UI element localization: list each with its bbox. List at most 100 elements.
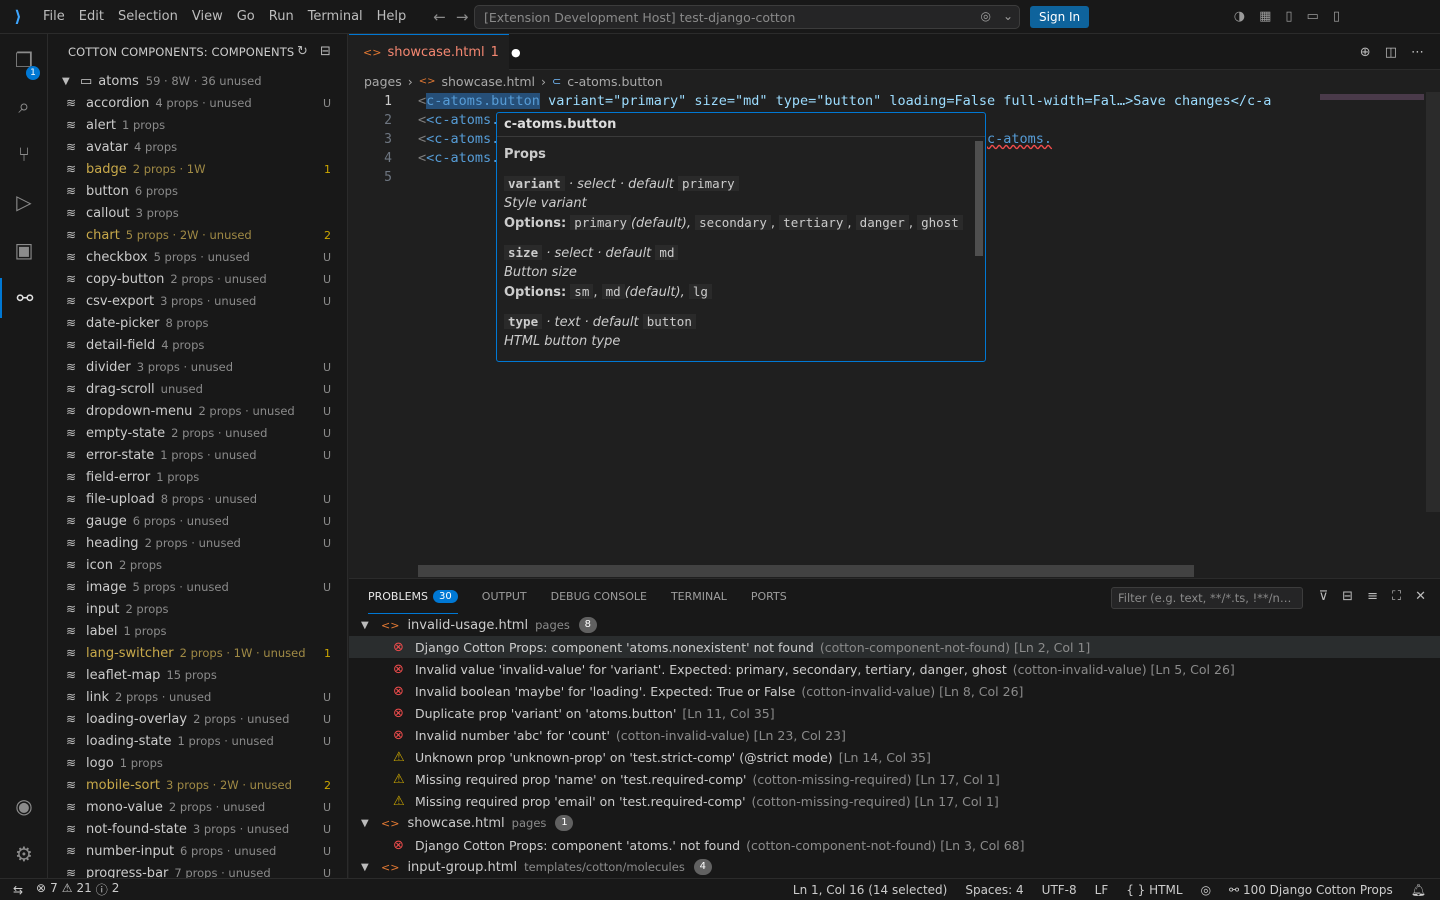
problem-item[interactable]: ⊗ Duplicate prop 'variant' on 'atoms.butt… <box>349 702 1440 724</box>
component-item[interactable]: ≋ copy-button 2 props · unused U <box>48 268 347 290</box>
tab-debug-console[interactable]: DEBUG CONSOLE <box>551 579 647 614</box>
more-actions-icon[interactable]: ⋯ <box>1411 45 1424 60</box>
component-item[interactable]: ≋ mono-value 2 props · unused U <box>48 796 347 818</box>
extension-status[interactable]: ⚯ 100 Django Cotton Props <box>1229 883 1393 897</box>
breadcrumb-symbol[interactable]: c-atoms.button <box>567 74 662 89</box>
component-item[interactable]: ≋ alert 1 props <box>48 114 347 136</box>
copilot-status-icon[interactable]: ◎ <box>1201 883 1211 897</box>
problems-filter-input[interactable]: Filter (e.g. text, **/*.ts, !**/n… <box>1111 587 1303 609</box>
cotton-components-icon[interactable]: ⚯ <box>0 278 48 318</box>
component-item[interactable]: ≋ heading 2 props · unused U <box>48 532 347 554</box>
component-item[interactable]: ≋ input 2 props <box>48 598 347 620</box>
hover-scrollbar[interactable] <box>975 141 983 256</box>
component-item[interactable]: ≋ image 5 props · unused U <box>48 576 347 598</box>
component-item[interactable]: ≋ lang-switcher 2 props · 1W · unused 1 <box>48 642 347 664</box>
menu-go[interactable]: Go <box>230 9 262 24</box>
menu-edit[interactable]: Edit <box>72 9 111 24</box>
component-item[interactable]: ≋ avatar 4 props <box>48 136 347 158</box>
collapse-all-icon[interactable]: ⊟ <box>320 44 331 59</box>
menu-file[interactable]: File <box>36 9 72 24</box>
explorer-icon[interactable]: ❐ 1 <box>0 40 48 80</box>
menu-terminal[interactable]: Terminal <box>301 9 370 24</box>
account-icon[interactable]: ◉ <box>0 786 48 826</box>
tab-terminal[interactable]: TERMINAL <box>671 579 727 614</box>
toggle-secondary-sidebar-icon[interactable]: ▯ <box>1333 9 1340 24</box>
component-item[interactable]: ≋ drag-scroll unused U <box>48 378 347 400</box>
cursor-position[interactable]: Ln 1, Col 16 (14 selected) <box>793 883 947 897</box>
component-item[interactable]: ≋ csv-export 3 props · unused U <box>48 290 347 312</box>
component-item[interactable]: ≋ not-found-state 3 props · unused U <box>48 818 347 840</box>
chevron-down-icon[interactable]: ⌄ <box>1003 9 1013 23</box>
component-item[interactable]: ≋ file-upload 8 props · unused U <box>48 488 347 510</box>
end-of-line[interactable]: LF <box>1095 883 1109 897</box>
component-item[interactable]: ≋ loading-state 1 props · unused U <box>48 730 347 752</box>
language-mode[interactable]: { } HTML <box>1126 883 1182 897</box>
close-icon[interactable]: ✕ <box>1415 589 1426 604</box>
component-item[interactable]: ≋ field-error 1 props <box>48 466 347 488</box>
component-item[interactable]: ≋ label 1 props <box>48 620 347 642</box>
component-item[interactable]: ≋ loading-overlay 2 props · unused U <box>48 708 347 730</box>
component-item[interactable]: ≋ mobile-sort 3 props · 2W · unused 2 <box>48 774 347 796</box>
problem-file-group[interactable]: ▼ <> invalid-usage.html pages 8 <box>349 614 1440 636</box>
tab-ports[interactable]: PORTS <box>751 579 787 614</box>
problem-item[interactable]: ⊗ Django Cotton Props: component 'atoms.n… <box>349 636 1440 658</box>
component-item[interactable]: ≋ accordion 4 props · unused U <box>48 92 347 114</box>
manage-gear-icon[interactable]: ⚙ <box>0 834 48 874</box>
component-item[interactable]: ≋ chart 5 props · 2W · unused 2 <box>48 224 347 246</box>
forward-arrow-icon[interactable]: → <box>456 8 469 26</box>
component-item[interactable]: ≋ badge 2 props · 1W 1 <box>48 158 347 180</box>
filter-icon[interactable]: ⊽ <box>1319 589 1329 604</box>
menu-selection[interactable]: Selection <box>111 9 185 24</box>
problem-item[interactable]: ⊗ Invalid boolean 'maybe' for 'loading'. … <box>349 680 1440 702</box>
component-item[interactable]: ≋ icon 2 props <box>48 554 347 576</box>
unsaved-dot-icon[interactable]: ● <box>511 46 521 59</box>
menu-help[interactable]: Help <box>370 9 414 24</box>
maximize-panel-icon[interactable]: ⛶ <box>1392 589 1401 604</box>
breadcrumb-file[interactable]: showcase.html <box>442 74 536 89</box>
accounts-icon[interactable]: ◑ <box>1234 9 1245 24</box>
copilot-icon[interactable]: ◎ <box>980 9 990 23</box>
command-center[interactable]: [Extension Development Host] test-django… <box>474 5 1020 29</box>
indentation[interactable]: Spaces: 4 <box>965 883 1023 897</box>
search-icon[interactable]: ⌕ <box>0 86 48 126</box>
back-arrow-icon[interactable]: ← <box>433 8 446 26</box>
component-item[interactable]: ≋ logo 1 props <box>48 752 347 774</box>
problem-file-group[interactable]: ▼ <> input-group.html templates/cotton/mole… <box>349 856 1440 878</box>
view-as-table-icon[interactable]: ≡ <box>1367 589 1378 604</box>
notifications-bell-icon[interactable]: 🔔︎ <box>1411 883 1426 897</box>
component-item[interactable]: ≋ callout 3 props <box>48 202 347 224</box>
component-item[interactable]: ≋ button 6 props <box>48 180 347 202</box>
remote-indicator-icon[interactable]: ⇆ <box>0 883 36 897</box>
problem-item[interactable]: ⊗ Invalid value 'invalid-value' for 'vari… <box>349 658 1440 680</box>
component-item[interactable]: ≋ divider 3 props · unused U <box>48 356 347 378</box>
problems-status[interactable]: ⊗ 7 ⚠ 21 ⓘ 2 <box>36 881 119 898</box>
horizontal-scrollbar[interactable] <box>418 565 1194 577</box>
component-item[interactable]: ≋ empty-state 2 props · unused U <box>48 422 347 444</box>
source-control-icon[interactable]: ⑂ <box>0 134 48 174</box>
encoding[interactable]: UTF-8 <box>1042 883 1077 897</box>
code-line-1[interactable]: <c-atoms.button variant="primary" size="… <box>418 92 1271 111</box>
component-item[interactable]: ≋ gauge 6 props · unused U <box>48 510 347 532</box>
folder-atoms[interactable]: ▼ ▭ atoms 59 · 8W · 36 unused <box>48 70 347 92</box>
component-item[interactable]: ≋ leaflet-map 15 props <box>48 664 347 686</box>
component-item[interactable]: ≋ progress-bar 7 props · unused U <box>48 862 347 879</box>
collapse-all-icon[interactable]: ⊟ <box>1342 589 1353 604</box>
component-item[interactable]: ≋ link 2 props · unused U <box>48 686 347 708</box>
problem-file-group[interactable]: ▼ <> showcase.html pages 1 <box>349 812 1440 834</box>
problem-item[interactable]: ⚠ Missing required prop 'email' on 'test.… <box>349 790 1440 812</box>
customize-layout-icon[interactable]: ▦ <box>1259 9 1271 24</box>
menu-view[interactable]: View <box>185 9 230 24</box>
problem-item[interactable]: ⚠ Unknown prop 'unknown-prop' on 'test.st… <box>349 746 1440 768</box>
menu-run[interactable]: Run <box>262 9 301 24</box>
problem-item[interactable]: ⊗ Invalid number 'abc' for 'count' (cotton… <box>349 724 1440 746</box>
tab-output[interactable]: OUTPUT <box>482 579 527 614</box>
breadcrumb-folder[interactable]: pages <box>364 74 402 89</box>
problem-item[interactable]: ⊗ Django Cotton Props: component 'atoms.'… <box>349 834 1440 856</box>
component-item[interactable]: ≋ error-state 1 props · unused U <box>48 444 347 466</box>
tab-problems[interactable]: PROBLEMS 30 <box>368 579 458 614</box>
component-item[interactable]: ≋ number-input 6 props · unused U <box>48 840 347 862</box>
toggle-panel-icon[interactable]: ▭ <box>1307 9 1319 24</box>
component-item[interactable]: ≋ detail-field 4 props <box>48 334 347 356</box>
tab-showcase-html[interactable]: <> showcase.html 1 ● <box>349 34 521 70</box>
extensions-icon[interactable]: ▣ <box>0 230 48 270</box>
